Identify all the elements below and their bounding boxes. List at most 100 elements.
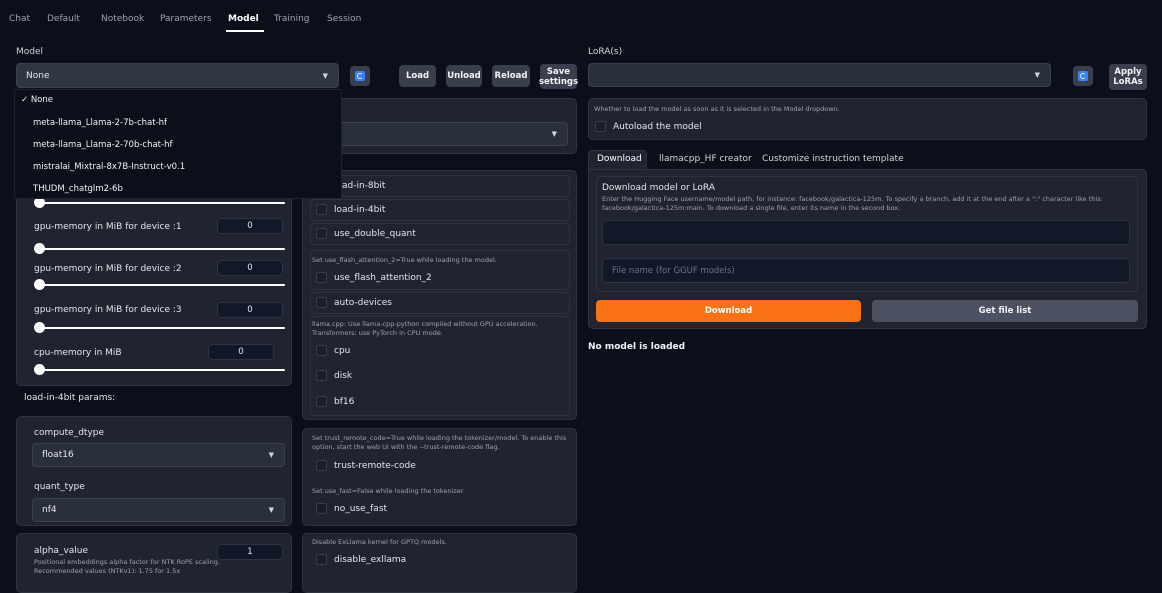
compute-dtype-label: compute_dtype xyxy=(34,428,105,438)
trust-remote-code-checkbox-row[interactable]: trust-remote-code xyxy=(316,460,416,471)
load-4bit-checkbox[interactable] xyxy=(316,204,327,215)
model-path-input[interactable] xyxy=(602,220,1130,245)
download-description: Enter the Hugging Face username/model pa… xyxy=(602,195,1103,212)
model-option-none[interactable]: ✓ None xyxy=(21,95,53,105)
gpu-memory-3-thumb[interactable] xyxy=(34,322,45,333)
model-status: No model is loaded xyxy=(588,342,686,352)
cpu-checkbox-row[interactable]: cpu xyxy=(316,345,350,356)
no-use-fast-checkbox-row[interactable]: no_use_fast xyxy=(316,503,387,514)
disk-label: disk xyxy=(334,370,353,381)
auto-devices-checkbox[interactable] xyxy=(316,297,327,308)
reload-button[interactable]: Reload xyxy=(492,65,530,87)
disable-exllama-note: Disable ExLlama kernel for GPTQ models. xyxy=(312,538,447,546)
tab-session[interactable]: Session xyxy=(327,14,361,24)
alpha-value-label: alpha_value xyxy=(34,546,89,556)
gpu-memory-1-label: gpu-memory in MiB for device :1 xyxy=(34,222,182,232)
tab-default[interactable]: Default xyxy=(47,14,80,24)
model-option-chatglm2[interactable]: THUDM_chatglm2-6b xyxy=(33,184,123,194)
no-use-fast-label: no_use_fast xyxy=(334,503,388,514)
download-button[interactable]: Download xyxy=(596,300,861,322)
cpu-memory-thumb[interactable] xyxy=(34,364,45,375)
autoload-label: Autoload the model xyxy=(613,121,702,132)
lora-label: LoRA(s) xyxy=(588,47,623,57)
model-option-llama-2-7b[interactable]: meta-llama_Llama-2-7b-chat-hf xyxy=(33,118,167,128)
refresh-icon xyxy=(355,71,365,81)
lora-dropdown[interactable]: ▼ xyxy=(588,63,1051,87)
flash-attention-checkbox[interactable] xyxy=(316,272,327,283)
gpu-memory-2-thumb[interactable] xyxy=(34,279,45,290)
subtab-customize-instruction-template[interactable]: Customize instruction template xyxy=(762,154,904,164)
flash-attention-note: Set use_flash_attention_2=True while loa… xyxy=(312,256,497,264)
tab-chat[interactable]: Chat xyxy=(9,14,30,24)
refresh-lora-button[interactable] xyxy=(1073,66,1093,86)
gpu-memory-3-input[interactable]: 0 xyxy=(217,302,283,318)
autoload-checkbox[interactable] xyxy=(595,121,606,132)
disk-checkbox[interactable] xyxy=(316,370,327,381)
gpu-memory-0-track[interactable] xyxy=(35,202,285,204)
filename-input[interactable]: File name (for GGUF models) xyxy=(602,258,1130,283)
bf16-checkbox[interactable] xyxy=(316,396,327,407)
auto-devices-checkbox-row[interactable]: auto-devices xyxy=(316,297,392,308)
tab-parameters[interactable]: Parameters xyxy=(160,14,212,24)
double-quant-checkbox-row[interactable]: use_double_quant xyxy=(316,228,416,239)
cpu-note: llama.cpp: Use llama-cpp-python compiled… xyxy=(312,320,538,337)
disable-exllama-checkbox-row[interactable]: disable_exllama xyxy=(316,554,406,565)
autoload-checkbox-row[interactable]: Autoload the model xyxy=(595,121,702,132)
autoload-note: Whether to load the model as soon as it … xyxy=(594,105,840,113)
auto-devices-label: auto-devices xyxy=(334,297,392,308)
model-option-mixtral[interactable]: mistralai_Mixtral-8x7B-Instruct-v0.1 xyxy=(33,162,185,172)
load-button[interactable]: Load xyxy=(399,65,436,87)
double-quant-checkbox[interactable] xyxy=(316,228,327,239)
cpu-memory-label: cpu-memory in MiB xyxy=(34,348,122,358)
top-nav: Chat Default Notebook Parameters Model T… xyxy=(0,0,1162,33)
tab-model[interactable]: Model xyxy=(228,14,259,24)
subtab-download[interactable]: Download xyxy=(597,154,642,164)
quant-type-dropdown[interactable]: nf4 ▼ xyxy=(32,498,285,522)
no-use-fast-checkbox[interactable] xyxy=(316,503,327,514)
quant-type-label: quant_type xyxy=(34,482,85,492)
download-title: Download model or LoRA xyxy=(602,183,715,193)
chevron-down-icon: ▼ xyxy=(551,130,557,138)
gpu-memory-1-track[interactable] xyxy=(35,248,285,250)
disable-exllama-checkbox[interactable] xyxy=(316,554,327,565)
flash-attention-label: use_flash_attention_2 xyxy=(334,272,432,283)
get-file-list-button[interactable]: Get file list xyxy=(872,300,1138,322)
gpu-memory-2-label: gpu-memory in MiB for device :2 xyxy=(34,264,182,274)
gpu-memory-3-track[interactable] xyxy=(35,327,285,329)
unload-button[interactable]: Unload xyxy=(446,65,482,87)
tab-notebook[interactable]: Notebook xyxy=(101,14,144,24)
gpu-memory-1-thumb[interactable] xyxy=(34,243,45,254)
subtab-llamacpp-hf-creator[interactable]: llamacpp_HF creator xyxy=(659,154,752,164)
cpu-checkbox[interactable] xyxy=(316,345,327,356)
model-dropdown[interactable]: None ▼ xyxy=(16,63,339,88)
flash-attention-checkbox-row[interactable]: use_flash_attention_2 xyxy=(316,272,432,283)
load-4bit-checkbox-row[interactable]: load-in-4bit xyxy=(316,204,385,215)
load-4bit-label: load-in-4bit xyxy=(334,204,386,215)
cpu-memory-track[interactable] xyxy=(35,369,285,371)
disk-checkbox-row[interactable]: disk xyxy=(316,370,352,381)
chevron-down-icon: ▼ xyxy=(268,506,274,514)
cpu-label: cpu xyxy=(334,345,351,356)
trust-remote-code-checkbox[interactable] xyxy=(316,460,327,471)
loader-dropdown[interactable]: ▼ xyxy=(312,122,568,146)
gpu-memory-2-track[interactable] xyxy=(35,284,285,286)
double-quant-label: use_double_quant xyxy=(334,228,416,239)
chevron-down-icon: ▼ xyxy=(1034,71,1040,79)
cpu-memory-input[interactable]: 0 xyxy=(208,344,274,360)
apply-loras-button[interactable]: Apply LoRAs xyxy=(1109,64,1147,90)
compute-dtype-dropdown[interactable]: float16 ▼ xyxy=(32,443,285,467)
tab-training[interactable]: Training xyxy=(274,14,310,24)
active-tab-indicator xyxy=(226,30,264,32)
gpu-memory-1-input[interactable]: 0 xyxy=(217,218,283,234)
save-settings-button[interactable]: Save settings xyxy=(539,64,578,89)
model-selected-value: None xyxy=(26,70,50,81)
alpha-value-description: Positional embeddings alpha factor for N… xyxy=(34,558,220,575)
model-label: Model xyxy=(16,47,44,57)
bf16-checkbox-row[interactable]: bf16 xyxy=(316,396,354,407)
model-option-llama-2-70b[interactable]: meta-llama_Llama-2-70b-chat-hf xyxy=(33,140,172,150)
load-4bit-params-title: load-in-4bit params: xyxy=(24,393,116,403)
refresh-model-button[interactable] xyxy=(350,66,370,86)
gpu-memory-2-input[interactable]: 0 xyxy=(217,260,283,276)
no-use-fast-note: Set use_fast=False while loading the tok… xyxy=(312,487,465,495)
disable-exllama-label: disable_exllama xyxy=(334,554,407,565)
